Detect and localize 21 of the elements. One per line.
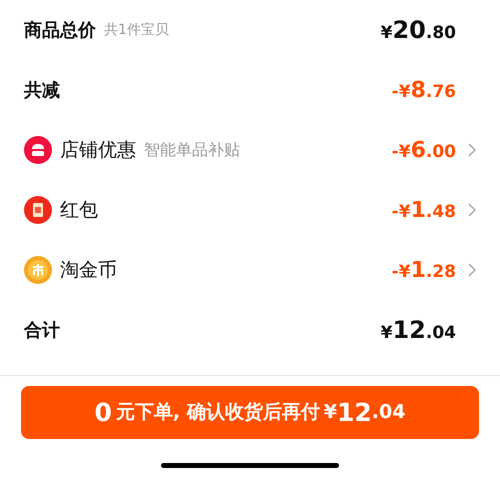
chevron-icon[interactable]: [468, 203, 476, 217]
price: -¥8.76: [392, 76, 456, 104]
price: -¥1.48: [392, 196, 456, 224]
row-label: 淘金币: [60, 258, 117, 283]
row-label: 商品总价: [24, 18, 96, 42]
pay-button[interactable]: 0 元下单, 确认收货后再付 ¥12.04: [21, 386, 479, 439]
price: -¥6.00: [392, 136, 456, 164]
row-note: 共1件宝贝: [104, 20, 169, 40]
chevron-icon[interactable]: [468, 143, 476, 157]
row-label: 红包: [60, 198, 98, 223]
coin-icon: [24, 256, 52, 284]
envelope-icon: [24, 196, 52, 224]
row-label: 共减: [24, 78, 60, 102]
price: ¥20.80: [380, 15, 456, 46]
price: -¥1.28: [392, 256, 456, 284]
row-note: 智能单品补贴: [144, 139, 240, 161]
price: ¥12.04: [380, 315, 456, 346]
row-label: 合计: [24, 318, 60, 342]
chevron-icon[interactable]: [468, 263, 476, 277]
row-label: 店铺优惠: [60, 138, 136, 163]
store-icon: [24, 136, 52, 164]
